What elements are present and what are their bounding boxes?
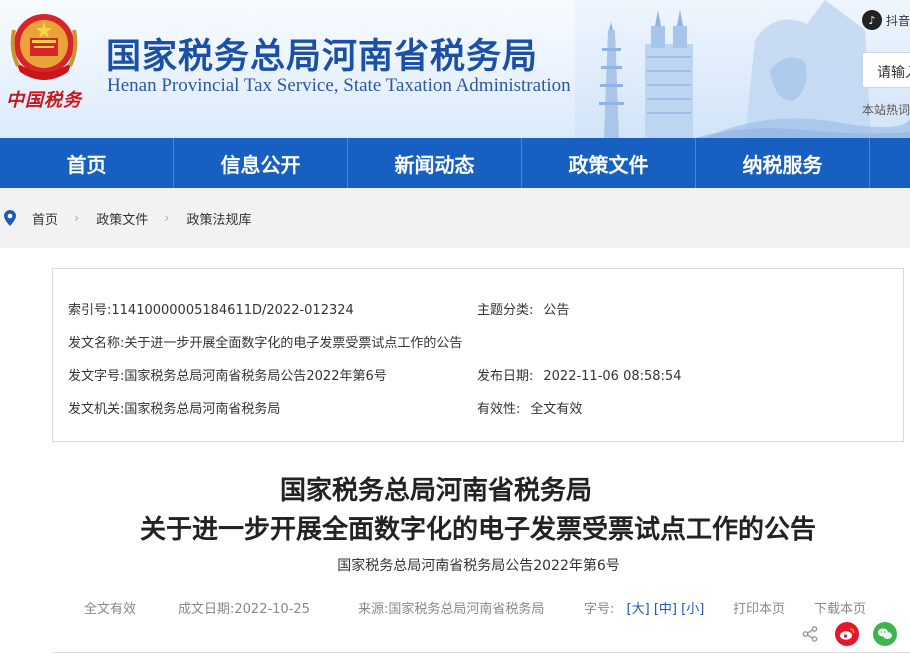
font-size-medium-button[interactable]: [中] xyxy=(654,602,677,617)
meta-category: 主题分类: 公告 xyxy=(477,303,570,318)
print-page-link[interactable]: 打印本页 xyxy=(733,598,785,617)
nav-item-news[interactable]: 新闻动态 xyxy=(348,138,522,188)
font-size-small-button[interactable]: [小] xyxy=(681,602,704,617)
meta-doc-name: 发文名称:关于进一步开展全面数字化的电子发票受票试点工作的公告 xyxy=(68,336,463,351)
city-skyline-illustration xyxy=(575,0,910,138)
share-icon[interactable] xyxy=(798,622,822,646)
font-size-large-button[interactable]: [大] xyxy=(627,602,650,617)
meta-index-no: 索引号:11410000005184611D/2022-012324 xyxy=(68,303,354,318)
meta-issuer: 发文机关:国家税务总局河南省税务局 xyxy=(68,402,281,417)
wechat-share-icon[interactable] xyxy=(873,622,897,646)
weibo-share-icon[interactable] xyxy=(835,622,859,646)
site-header: 中国税务 国家税务总局河南省税务局 Henan Provincial Tax S… xyxy=(0,0,910,138)
chevron-right-icon: › xyxy=(164,210,170,226)
main-nav: 首页 信息公开 新闻动态 政策文件 纳税服务 xyxy=(0,138,910,188)
article-title-line2: 关于进一步开展全面数字化的电子发票受票试点工作的公告 xyxy=(139,515,816,545)
content-divider xyxy=(52,652,910,653)
hot-words-label: 本站热词 xyxy=(862,103,910,117)
douyin-icon: ♪ xyxy=(862,10,882,30)
article-title-line1: 国家税务总局河南省税务局 xyxy=(279,476,592,506)
breadcrumb-policy-library[interactable]: 政策法规库 xyxy=(186,209,251,228)
article-content: 索引号:11410000005184611D/2022-012324 主题分类:… xyxy=(0,248,910,654)
breadcrumb-policy-documents[interactable]: 政策文件 xyxy=(96,209,148,228)
chevron-right-icon: › xyxy=(74,210,80,226)
site-title-english: Henan Provincial Tax Service, State Taxa… xyxy=(107,75,571,96)
national-emblem-icon xyxy=(10,14,78,80)
meta-publish-date: 发布日期: 2022-11-06 08:58:54 xyxy=(477,369,682,384)
download-page-link[interactable]: 下载本页 xyxy=(814,598,866,617)
nav-item-policy-documents[interactable]: 政策文件 xyxy=(522,138,696,188)
meta-validity: 有效性: 全文有效 xyxy=(477,402,583,417)
info-source: 来源:国家税务总局河南省税务局 xyxy=(358,602,545,617)
douyin-link[interactable]: ♪ 抖音 xyxy=(862,10,910,30)
meta-doc-code: 发文字号:国家税务总局河南省税务局公告2022年第6号 xyxy=(68,369,387,384)
nav-item-home[interactable]: 首页 xyxy=(0,138,174,188)
breadcrumb-home[interactable]: 首页 xyxy=(32,209,58,228)
article-doc-number: 国家税务总局河南省税务局公告2022年第6号 xyxy=(337,558,620,574)
brand-logo-text: 中国税务 xyxy=(6,90,82,111)
info-validity: 全文有效 xyxy=(84,602,137,617)
nav-item-info-disclosure[interactable]: 信息公开 xyxy=(174,138,348,188)
search-input[interactable]: 请输入 xyxy=(862,52,910,88)
nav-item-tax-services[interactable]: 纳税服务 xyxy=(696,138,870,188)
site-title[interactable]: 国家税务总局河南省税务局 xyxy=(106,28,538,79)
location-pin-icon xyxy=(4,210,16,226)
info-date: 成文日期:2022-10-25 xyxy=(178,602,310,617)
font-size-control: 字号: [大] [中] [小] xyxy=(584,602,705,617)
breadcrumb: 首页 › 政策文件 › 政策法规库 xyxy=(0,188,910,248)
